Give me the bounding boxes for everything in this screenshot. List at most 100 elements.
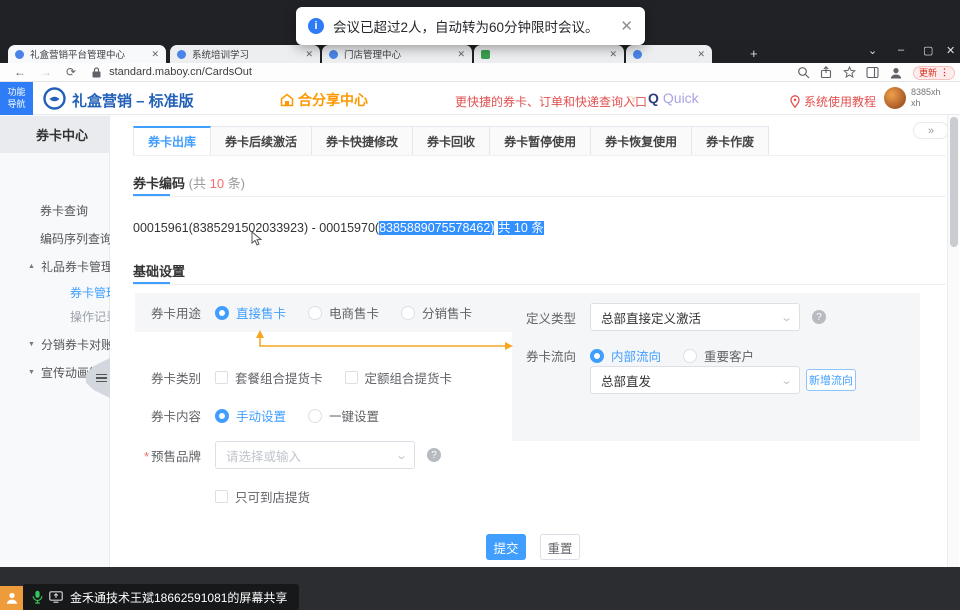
tab-1[interactable]: 券卡出库 <box>133 126 211 156</box>
content-radio-1[interactable]: 手动设置 <box>215 406 286 425</box>
tab-4[interactable]: 券卡回收 <box>413 126 490 156</box>
flow-label: 券卡流向 <box>522 346 576 365</box>
define-type-label: 定义类型 <box>522 308 576 327</box>
tab-favicon <box>481 50 490 59</box>
define-type-row: 定义类型 总部直接定义激活 ⌄ ? <box>522 303 826 331</box>
tree-arrow-icon: ▲ <box>28 263 35 270</box>
tab-7[interactable]: 券卡作废 <box>692 126 769 156</box>
expand-panel-button[interactable]: » <box>913 122 949 139</box>
codes-section-title: 券卡编码 (共 10 条) <box>133 173 245 192</box>
system-tutorial-link[interactable]: 系统使用教程 <box>790 93 876 110</box>
participant-badge <box>0 586 23 610</box>
tab-favicon <box>177 50 186 59</box>
meeting-toast: i 会议已超过2人，自动转为60分钟限时会议。 ✕ <box>296 7 645 45</box>
category-checkbox-2[interactable]: 定额组合提货卡 <box>345 368 453 387</box>
chrome-update-button[interactable]: 更新 ⋮ <box>913 66 955 80</box>
brand-help-icon[interactable]: ? <box>427 448 441 462</box>
tab-close-icon[interactable]: ✕ <box>305 49 313 60</box>
reset-button[interactable]: 重置 <box>540 534 580 560</box>
radio-icon <box>308 409 322 423</box>
tab-favicon <box>15 50 24 59</box>
sidebar-item-3[interactable]: ▲礼品券卡管理 <box>28 256 113 276</box>
flow-radio-2[interactable]: 重要客户 <box>683 346 754 365</box>
bookmark-star-icon[interactable] <box>843 66 856 79</box>
content-label: 券卡内容 <box>135 406 201 425</box>
tab-2[interactable]: 券卡后续激活 <box>211 126 312 156</box>
browser-tab-1[interactable]: 礼盒营销平台管理中心 ✕ <box>8 45 166 63</box>
window-close-icon[interactable]: ✕ <box>946 44 955 57</box>
browser-tab-5[interactable]: ✕ <box>626 45 712 63</box>
function-nav-button[interactable]: 功能导航 <box>0 82 33 115</box>
reload-icon[interactable]: ⟳ <box>66 66 76 78</box>
url-bar[interactable]: standard.maboy.cn/CardsOut <box>109 66 252 78</box>
zoom-icon[interactable] <box>797 66 810 79</box>
brand-select[interactable]: 请选择或输入 ⌄ <box>215 441 415 469</box>
submit-button[interactable]: 提交 <box>486 534 526 560</box>
toast-close-icon[interactable]: ✕ <box>620 17 633 35</box>
define-type-select[interactable]: 总部直接定义激活 ⌄ <box>590 303 800 331</box>
share-center-link[interactable]: 合分享中心 <box>280 90 368 110</box>
flow-row: 券卡流向 内部流向 重要客户 <box>522 346 776 365</box>
screen-share-bubble[interactable]: 金禾通技术王斌18662591081的屏幕共享 <box>23 584 299 610</box>
screen-share-icon <box>49 591 63 603</box>
checkbox-icon <box>215 490 228 503</box>
quick-link[interactable]: QQuick <box>648 90 699 106</box>
browser-tab-3[interactable]: 门店管理中心 ✕ <box>322 45 472 63</box>
tab-5[interactable]: 券卡暂停使用 <box>490 126 591 156</box>
store-only-row: 只可到店提货 <box>135 487 332 506</box>
forward-icon[interactable]: → <box>40 66 52 78</box>
tab-favicon <box>633 50 642 59</box>
store-only-checkbox[interactable]: 只可到店提货 <box>215 487 310 506</box>
window-maximize-icon[interactable]: ▢ <box>923 44 933 57</box>
card-code-range[interactable]: 00015961(8385291502033923) - 00015970(83… <box>133 217 544 236</box>
scrollbar-thumb[interactable] <box>950 117 958 247</box>
person-icon <box>5 591 19 605</box>
flow-select[interactable]: 总部直发 ⌄ <box>590 366 800 394</box>
quick-q-icon: Q <box>648 90 659 106</box>
card-action-tabs: 券卡出库券卡后续激活券卡快捷修改券卡回收券卡暂停使用券卡恢复使用券卡作废 <box>133 126 769 156</box>
pointing-hand-icon: ☞ <box>627 92 639 108</box>
hamburger-icon <box>96 372 107 385</box>
app-header: 功能导航 礼盒营销 – 标准版 合分享中心 更快捷的券卡、订单和快递查询入口 ☞… <box>0 82 960 115</box>
tab-3[interactable]: 券卡快捷修改 <box>312 126 413 156</box>
tab-close-icon[interactable]: ✕ <box>151 49 159 60</box>
side-panel-icon[interactable] <box>866 66 879 79</box>
tab-6[interactable]: 券卡恢复使用 <box>591 126 692 156</box>
tabs-divider <box>133 155 946 156</box>
scrollbar[interactable] <box>947 115 959 567</box>
tab-close-icon[interactable]: ✕ <box>457 49 465 60</box>
window-menu-icon[interactable]: ⌄ <box>868 44 877 57</box>
add-flow-button[interactable]: 新增流向 <box>806 369 856 391</box>
chevron-down-icon: ⌄ <box>395 449 408 462</box>
define-type-help-icon[interactable]: ? <box>812 310 826 324</box>
browser-toolbar: ← → ⟳ standard.maboy.cn/CardsOut <box>0 63 960 82</box>
selected-code-text: 8385889075578462) <box>379 221 494 235</box>
browser-tab-2[interactable]: 系统培训学习 ✕ <box>170 45 320 63</box>
window-minimize-icon[interactable]: – <box>898 44 904 56</box>
sidebar-item-1[interactable]: 券卡查询 <box>40 200 88 220</box>
tab-close-icon[interactable]: ✕ <box>609 49 617 60</box>
tree-arrow-icon: ▼ <box>28 341 35 348</box>
warehouse-icon <box>280 93 294 107</box>
selected-count-text: 共 10 条 <box>498 221 544 235</box>
user-avatar[interactable] <box>884 87 906 109</box>
profile-icon[interactable] <box>889 66 903 80</box>
tab-close-icon[interactable]: ✕ <box>697 49 705 60</box>
app-title: 礼盒营销 – 标准版 <box>72 90 194 111</box>
radio-icon <box>590 349 604 363</box>
sidebar-item-6[interactable]: ▼分销券卡对账 <box>28 334 113 354</box>
app-logo <box>43 87 66 110</box>
sidebar: 券卡中心 券卡查询编码序列查询▲礼品券卡管理券卡管理操作记录▼分销券卡对账▼宣传… <box>0 115 110 567</box>
share-icon[interactable] <box>820 66 833 79</box>
sidebar-item-2[interactable]: 编码序列查询 <box>40 228 112 248</box>
category-checkbox-1[interactable]: 套餐组合提货卡 <box>215 368 323 387</box>
new-tab-button[interactable]: + <box>750 46 758 61</box>
content-radio-2[interactable]: 一键设置 <box>308 406 379 425</box>
brand-label: *预售品牌 <box>135 446 201 465</box>
back-icon[interactable]: ← <box>14 66 26 78</box>
username: 8385xhxh <box>911 87 941 109</box>
flow-radio-1[interactable]: 内部流向 <box>590 346 661 365</box>
browser-tab-4[interactable]: ✕ <box>474 45 624 63</box>
checkbox-icon <box>345 371 358 384</box>
codes-divider <box>133 196 946 197</box>
